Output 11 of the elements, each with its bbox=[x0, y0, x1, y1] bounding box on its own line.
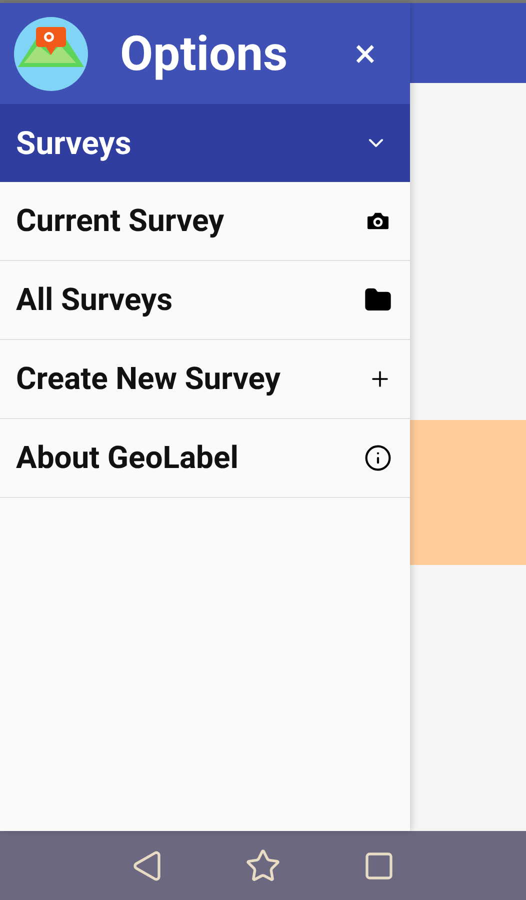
logo-icon bbox=[14, 16, 88, 90]
info-icon bbox=[364, 444, 392, 472]
drawer-title: Options bbox=[120, 24, 289, 84]
star-icon[interactable] bbox=[245, 848, 281, 884]
close-button[interactable]: × bbox=[354, 34, 376, 74]
menu-item[interactable]: Current Survey bbox=[0, 182, 410, 261]
section-header[interactable]: Surveys bbox=[0, 104, 410, 182]
menu-item[interactable]: Create New Survey bbox=[0, 340, 410, 419]
menu-item[interactable]: All Surveys bbox=[0, 261, 410, 340]
square-icon[interactable] bbox=[363, 850, 395, 882]
back-icon[interactable] bbox=[131, 850, 163, 882]
